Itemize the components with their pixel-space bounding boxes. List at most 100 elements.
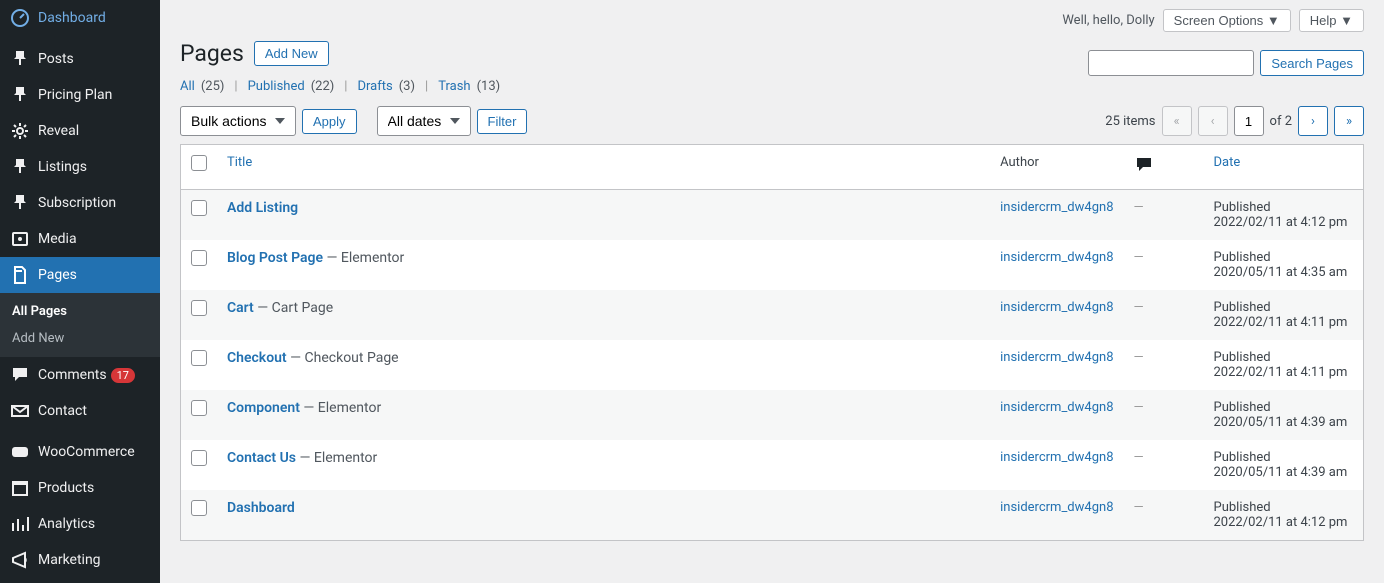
author-link[interactable]: insidercrm_dw4gn8 [1000,200,1113,215]
row-date: 2022/02/11 at 4:11 pm [1214,365,1348,380]
comments-count: — [1134,300,1144,315]
table-row: Add Listinginsidercrm_dw4gn8—Published20… [181,190,1364,241]
comment-icon [10,365,30,385]
sidebar-item-label: Comments [38,367,107,383]
title-suffix: — Elementor [300,400,381,416]
author-link[interactable]: insidercrm_dw4gn8 [1000,250,1113,265]
dashboard-icon [10,8,30,28]
sidebar-item-label: WooCommerce [38,444,135,460]
column-date[interactable]: Date [1214,155,1241,170]
prev-page-button[interactable]: ‹ [1198,106,1228,136]
pin-icon [10,85,30,105]
sidebar-item-label: Media [38,231,77,247]
row-checkbox[interactable] [191,250,207,266]
comments-count: — [1134,250,1144,265]
page-title-link[interactable]: Checkout [227,350,287,366]
column-title[interactable]: Title [227,155,252,170]
search-input[interactable] [1088,50,1254,76]
bulk-action-select[interactable]: Bulk actions [180,106,296,136]
sidebar-item-posts[interactable]: Posts [0,41,160,77]
pin-icon [10,157,30,177]
sidebar-item-label: Analytics [38,516,95,532]
pin-icon [10,193,30,213]
sidebar-item-label: Listings [38,159,87,175]
row-status: Published [1214,450,1271,465]
filter-button[interactable]: Filter [477,109,528,134]
greeting-text: Well, hello, Dolly [1062,13,1154,28]
filter-published[interactable]: Published [248,79,305,94]
row-date: 2022/02/11 at 4:12 pm [1214,515,1348,530]
author-link[interactable]: insidercrm_dw4gn8 [1000,500,1113,515]
sidebar-item-label: Pricing Plan [38,87,112,103]
sidebar-item-label: Pages [38,267,77,283]
author-link[interactable]: insidercrm_dw4gn8 [1000,450,1113,465]
row-date: 2020/05/11 at 4:39 am [1214,465,1348,480]
filter-trash[interactable]: Trash [438,79,470,94]
page-title-link[interactable]: Component [227,400,300,416]
sidebar-item-label: Contact [38,403,87,419]
archive-icon [10,478,30,498]
main-content: Well, hello, Dolly Screen Options ▼ Help… [160,0,1384,583]
page-total: of 2 [1270,114,1292,129]
row-status: Published [1214,300,1271,315]
author-link[interactable]: insidercrm_dw4gn8 [1000,400,1113,415]
badge: 17 [111,368,135,383]
date-filter-select[interactable]: All dates [377,106,471,136]
first-page-button[interactable]: « [1162,106,1192,136]
row-checkbox[interactable] [191,200,207,216]
current-page-input[interactable] [1234,106,1264,136]
row-checkbox[interactable] [191,400,207,416]
apply-button[interactable]: Apply [302,109,357,134]
table-row: Cart — Cart Pageinsidercrm_dw4gn8—Publis… [181,290,1364,340]
comment-icon [1134,155,1154,175]
gear-icon [10,121,30,141]
column-comments[interactable] [1124,145,1204,190]
items-count: 25 items [1105,114,1155,129]
title-suffix: — Checkout Page [287,350,399,366]
select-all-checkbox[interactable] [191,155,207,171]
row-checkbox[interactable] [191,350,207,366]
sidebar-item-contact[interactable]: Contact [0,393,160,429]
page-title-link[interactable]: Cart [227,300,254,316]
filter-drafts[interactable]: Drafts [357,79,392,94]
sidebar-item-subscription[interactable]: Subscription [0,185,160,221]
mail-icon [10,401,30,421]
author-link[interactable]: insidercrm_dw4gn8 [1000,350,1113,365]
sidebar-item-label: Products [38,480,94,496]
last-page-button[interactable]: » [1334,106,1364,136]
filter-all[interactable]: All [180,79,195,94]
comments-count: — [1134,450,1144,465]
row-checkbox[interactable] [191,500,207,516]
sidebar-item-media[interactable]: Media [0,221,160,257]
row-status: Published [1214,250,1271,265]
screen-options-button[interactable]: Screen Options ▼ [1163,9,1291,32]
sidebar-item-label: Dashboard [38,10,106,26]
sidebar-item-analytics[interactable]: Analytics [0,506,160,542]
page-title-link[interactable]: Blog Post Page [227,250,323,266]
table-row: Dashboardinsidercrm_dw4gn8—Published2022… [181,490,1364,541]
woo-icon [10,442,30,462]
page-title-link[interactable]: Contact Us [227,450,296,466]
sidebar-item-comments[interactable]: Comments 17 [0,357,160,393]
row-checkbox[interactable] [191,300,207,316]
row-checkbox[interactable] [191,450,207,466]
author-link[interactable]: insidercrm_dw4gn8 [1000,300,1113,315]
add-new-button[interactable]: Add New [254,41,329,66]
sidebar-item-pages[interactable]: Pages [0,257,160,293]
sidebar-item-pricing-plan[interactable]: Pricing Plan [0,77,160,113]
page-title-link[interactable]: Add Listing [227,200,298,216]
sidebar-item-listings[interactable]: Listings [0,149,160,185]
next-page-button[interactable]: › [1298,106,1328,136]
submenu-item-add-new[interactable]: Add New [0,325,160,352]
sidebar-item-marketing[interactable]: Marketing [0,542,160,578]
table-row: Component — Elementorinsidercrm_dw4gn8—P… [181,390,1364,440]
sidebar-item-products[interactable]: Products [0,470,160,506]
sidebar-item-reveal[interactable]: Reveal [0,113,160,149]
help-button[interactable]: Help ▼ [1299,9,1364,32]
sidebar-item-dashboard[interactable]: Dashboard [0,0,160,36]
sidebar-item-woocommerce[interactable]: WooCommerce [0,434,160,470]
submenu-item-all-pages[interactable]: All Pages [0,298,160,325]
page-title-link[interactable]: Dashboard [227,500,295,516]
page-title: Pages [180,40,244,67]
search-pages-button[interactable]: Search Pages [1260,50,1364,76]
